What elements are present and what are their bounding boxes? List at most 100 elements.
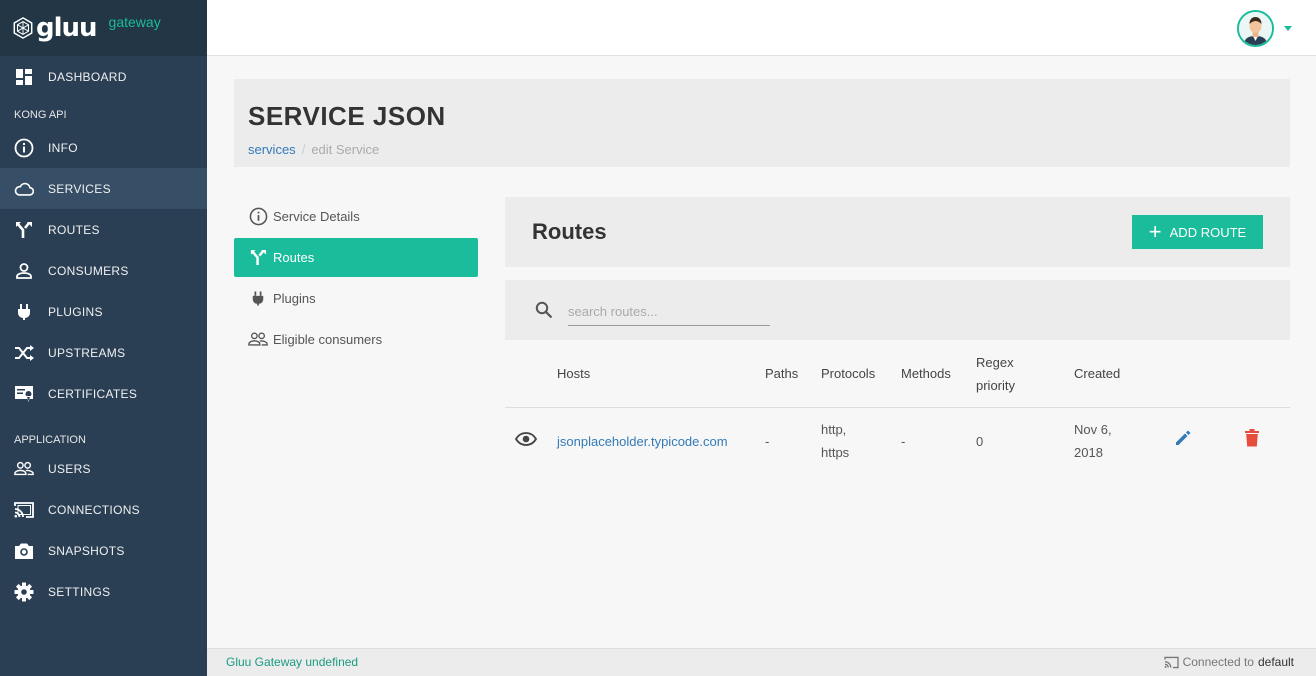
routes-icon xyxy=(14,220,34,240)
created-year: 2018 xyxy=(1074,445,1103,461)
submenu-label: Service Details xyxy=(273,209,360,224)
protocols-cell: http, https xyxy=(821,407,901,475)
gear-icon xyxy=(14,582,34,602)
created-cell: Nov 6, 2018 xyxy=(1074,407,1164,475)
cast-icon xyxy=(14,500,34,520)
column-header-protocols[interactable]: Protocols xyxy=(821,341,901,408)
routes-header: Routes + ADD ROUTE xyxy=(505,197,1290,267)
info-icon xyxy=(248,207,268,227)
sidebar-item-snapshots[interactable]: SNAPSHOTS xyxy=(0,530,207,571)
sidebar-item-certificates[interactable]: CERTIFICATES xyxy=(0,373,207,414)
submenu-routes[interactable]: Routes xyxy=(234,238,478,277)
sidebar-item-label: PLUGINS xyxy=(48,304,103,319)
table-row: jsonplaceholder.typicode.com - http, htt… xyxy=(505,407,1290,475)
breadcrumb-services-link[interactable]: services xyxy=(248,142,296,157)
sidebar-item-services[interactable]: SERVICES xyxy=(0,168,207,209)
version-label: Gluu Gateway undefined xyxy=(226,655,359,669)
brand-sub: gateway xyxy=(108,14,161,30)
sidebar-item-label: USERS xyxy=(48,461,91,476)
sidebar-item-routes[interactable]: ROUTES xyxy=(0,209,207,250)
users-icon xyxy=(248,330,268,350)
sidebar-item-plugins[interactable]: PLUGINS xyxy=(0,291,207,332)
sidebar-item-consumers[interactable]: CONSUMERS xyxy=(0,250,207,291)
sidebar-item-label: UPSTREAMS xyxy=(48,345,126,360)
caret-down-icon[interactable] xyxy=(1284,26,1292,31)
connection-status[interactable]: Connected to default xyxy=(1163,655,1294,669)
search-routes-input[interactable] xyxy=(568,298,770,326)
top-bar xyxy=(207,0,1316,56)
column-header-created[interactable]: Created xyxy=(1074,341,1164,408)
footer: Gluu Gateway undefined Connected to defa… xyxy=(207,648,1316,676)
methods-cell: - xyxy=(901,433,906,449)
table-header-row: Hosts Paths Protocols Methods Regex prio… xyxy=(505,341,1290,408)
created-date: Nov 6, xyxy=(1074,422,1112,438)
camera-icon xyxy=(14,541,34,561)
sidebar-item-label: INFO xyxy=(48,140,78,155)
plug-icon xyxy=(248,289,268,309)
sidebar-item-label: DASHBOARD xyxy=(48,69,127,84)
sidebar-item-label: CONSUMERS xyxy=(48,263,129,278)
breadcrumb-current: edit Service xyxy=(311,142,380,157)
sidebar-item-settings[interactable]: SETTINGS xyxy=(0,571,207,612)
eye-icon[interactable] xyxy=(514,431,538,449)
sidebar-item-upstreams[interactable]: UPSTREAMS xyxy=(0,332,207,373)
users-icon xyxy=(14,459,34,479)
info-icon xyxy=(14,138,34,158)
page-title: SERVICE JSON xyxy=(248,101,446,131)
submenu-label: Routes xyxy=(273,250,315,265)
connection-label: Connected to xyxy=(1182,655,1254,669)
breadcrumb: services / edit Service xyxy=(248,142,1290,157)
submenu-plugins[interactable]: Plugins xyxy=(234,279,478,318)
sidebar-item-label: ROUTES xyxy=(48,222,100,237)
routes-title: Routes xyxy=(532,219,607,244)
submenu-eligible-consumers[interactable]: Eligible consumers xyxy=(234,320,478,359)
service-submenu: Service Details Routes Plugins Eligible … xyxy=(234,197,478,361)
breadcrumb-separator: / xyxy=(301,142,306,157)
sidebar-section-application: APPLICATION xyxy=(14,434,86,446)
plus-icon: + xyxy=(1148,219,1162,244)
regex-priority-cell: 0 xyxy=(976,433,984,449)
search-icon xyxy=(535,301,553,324)
sidebar-item-label: SERVICES xyxy=(48,181,111,196)
host-cell: jsonplaceholder.typicode.com xyxy=(557,407,765,475)
column-header-edit xyxy=(1164,341,1235,408)
trash-icon[interactable] xyxy=(1245,428,1259,450)
add-route-button[interactable]: + ADD ROUTE xyxy=(1132,215,1263,249)
cast-icon xyxy=(1163,656,1179,669)
sidebar-item-dashboard[interactable]: DASHBOARD xyxy=(0,56,207,97)
plug-icon xyxy=(14,302,34,322)
sidebar-item-info[interactable]: INFO xyxy=(0,127,207,168)
column-header-methods[interactable]: Methods xyxy=(901,341,976,408)
submenu-service-details[interactable]: Service Details xyxy=(234,197,478,236)
route-host-link[interactable]: jsonplaceholder.typicode.com xyxy=(557,434,728,449)
column-header-paths[interactable]: Paths xyxy=(765,341,821,408)
certificate-icon xyxy=(14,384,34,404)
submenu-label: Plugins xyxy=(273,291,316,306)
sidebar: gluu gateway DASHBOARD KONG API INFO SER… xyxy=(0,0,207,676)
submenu-label: Eligible consumers xyxy=(273,332,383,347)
edit-cell xyxy=(1164,407,1235,475)
sidebar-item-users[interactable]: USERS xyxy=(0,448,207,489)
user-avatar[interactable] xyxy=(1237,10,1274,47)
sidebar-item-connections[interactable]: CONNECTIONS xyxy=(0,489,207,530)
shuffle-icon xyxy=(14,343,34,363)
delete-cell xyxy=(1235,407,1290,475)
pencil-icon[interactable] xyxy=(1174,430,1192,450)
routes-search-bar xyxy=(505,280,1290,340)
sidebar-item-label: SNAPSHOTS xyxy=(48,543,125,558)
protocol-value: http, xyxy=(821,422,847,438)
column-header-regex-priority[interactable]: Regex priority xyxy=(976,341,1074,408)
column-header-actions xyxy=(505,341,557,408)
page-header: SERVICE JSON services / edit Service xyxy=(234,79,1290,167)
user-icon xyxy=(14,261,34,281)
routes-icon xyxy=(248,248,268,268)
brand-name: gluu xyxy=(36,13,98,43)
sidebar-item-label: CONNECTIONS xyxy=(48,502,140,517)
column-header-delete xyxy=(1235,341,1290,408)
column-header-hosts[interactable]: Hosts xyxy=(557,341,765,408)
routes-table: Hosts Paths Protocols Methods Regex prio… xyxy=(505,341,1290,475)
brand[interactable]: gluu gateway xyxy=(0,0,207,56)
sidebar-item-label: SETTINGS xyxy=(48,584,111,599)
gluu-logo-icon xyxy=(13,17,33,39)
view-cell xyxy=(505,407,557,475)
